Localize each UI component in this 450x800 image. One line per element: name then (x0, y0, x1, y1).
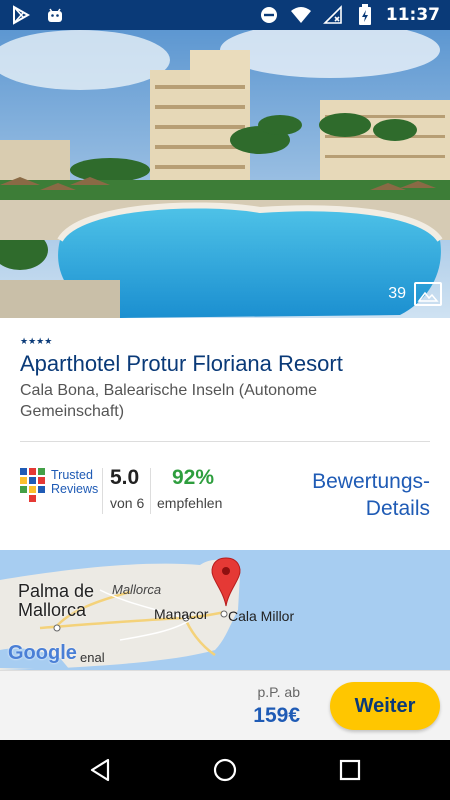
play-store-icon (10, 4, 32, 26)
hotel-photo-illustration (0, 30, 450, 318)
price-value: 159€ (253, 704, 300, 727)
google-logo: Google (8, 642, 77, 664)
booking-bar: p.P. ab 159€ Weiter (0, 670, 450, 741)
recommend-label: empfehlen (157, 495, 223, 511)
review-details-link[interactable]: Bewertungs- Details (312, 468, 430, 522)
reviews-summary: Trusted Reviews 5.0 von 6 92% empfehlen … (20, 462, 430, 522)
review-details-line1: Bewertungs- (312, 470, 430, 493)
map-label-cala-millor: Cala Millor (228, 608, 295, 624)
review-details-line2: Details (365, 497, 430, 520)
star-rating: ★★★★ (20, 336, 53, 346)
location-map[interactable]: Palma de Mallorca Mallorca Manacor Cala … (0, 550, 450, 670)
trusted-reviews-label: Trusted Reviews (51, 468, 98, 496)
battery-icon (354, 4, 376, 26)
review-separator (150, 468, 151, 514)
price-label: p.P. ab (257, 684, 300, 700)
map-label-palma: Palma de Mallorca (18, 582, 94, 620)
map-label-palma-line2: Mallorca (18, 600, 87, 620)
map-label-enal: enal (80, 650, 105, 665)
hotel-name: Aparthotel Protur Floriana Resort (20, 351, 343, 376)
recommend-percent: 92% (172, 466, 215, 489)
map-label-manacor: Manacor (154, 606, 209, 622)
photo-count-value: 39 (388, 285, 406, 302)
review-separator (102, 468, 103, 514)
map-label-mallorca: Mallorca (112, 582, 162, 597)
trusted-reviews-logo-icon (20, 468, 46, 502)
status-bar: 11:37 (0, 0, 450, 30)
no-signal-icon (322, 4, 344, 26)
recents-icon[interactable] (336, 756, 364, 784)
map-label-palma-line1: Palma de (18, 581, 95, 601)
trusted-reviews-line2: Reviews (51, 482, 99, 496)
dnd-icon (258, 4, 280, 26)
android-icon (44, 4, 66, 26)
wifi-icon (290, 4, 312, 26)
review-score-scale: von 6 (110, 495, 145, 511)
status-time: 11:37 (385, 5, 440, 25)
hotel-location: Cala Bona, Balearische Inseln (Autonome … (20, 382, 318, 420)
photo-count[interactable]: 39 (388, 282, 442, 306)
review-score: 5.0 (110, 466, 140, 489)
back-icon[interactable] (86, 756, 114, 784)
system-nav-bar (0, 740, 450, 800)
trusted-reviews-line1: Trusted (51, 468, 93, 482)
hotel-photo[interactable]: 39 (0, 30, 450, 318)
divider (20, 441, 430, 442)
home-icon[interactable] (211, 756, 239, 784)
gallery-icon (414, 282, 442, 306)
weiter-button[interactable]: Weiter (330, 682, 440, 730)
